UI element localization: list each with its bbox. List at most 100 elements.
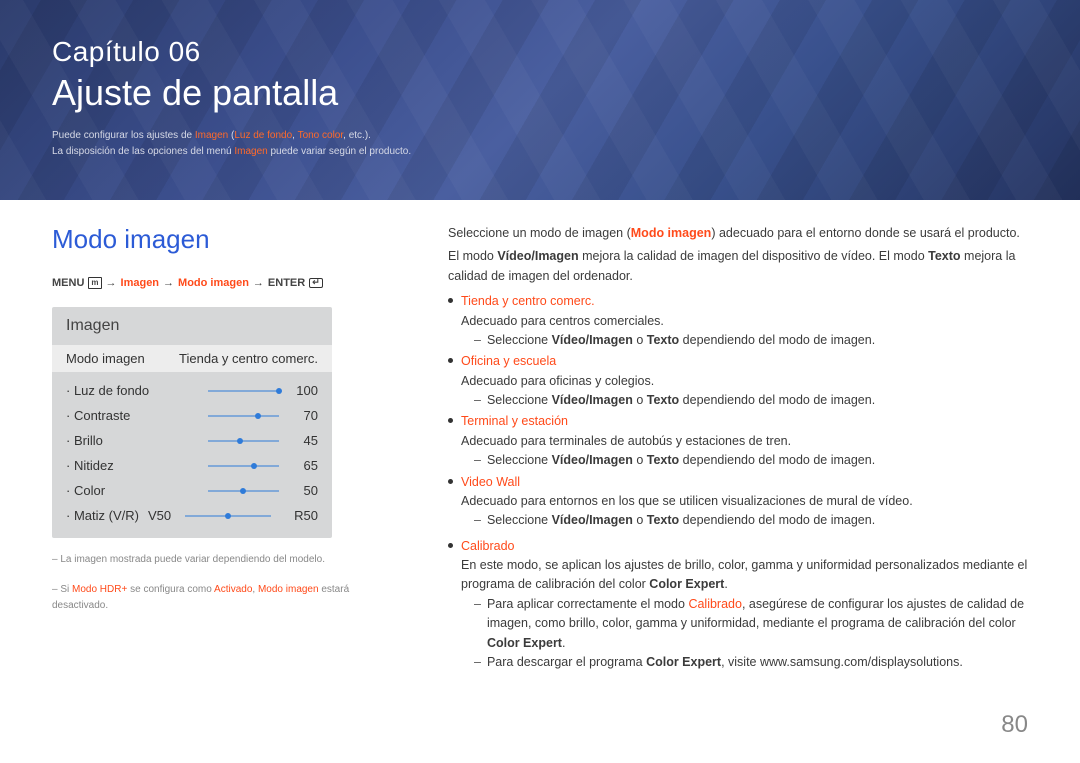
menu-icon: m (88, 277, 101, 289)
slider-value: 45 (295, 433, 318, 448)
intro-text: Puede configurar los ajustes de (52, 130, 195, 141)
banner-intro: Puede configurar los ajustes de Imagen (… (52, 128, 1028, 160)
mode-desc: Adecuado para entornos en los que se uti… (461, 492, 1028, 511)
slider-track[interactable] (208, 462, 279, 470)
slider-label: Matiz (V/R) (66, 508, 139, 523)
panel-body: Luz de fondo 100 Contraste70 Brillo 45 Nitide… (52, 372, 332, 538)
slider-row[interactable]: Brillo 45 (66, 428, 318, 453)
settings-panel: Imagen Modo imagen Tienda y centro comer… (52, 307, 332, 538)
bc-item: Imagen (121, 277, 160, 289)
slider-track[interactable] (185, 512, 271, 520)
slider-value: 100 (295, 383, 318, 398)
bc-enter: ENTER (268, 277, 305, 289)
footnote-text: Si (60, 584, 72, 595)
slider-label: Nitidez (66, 458, 114, 473)
bullet-icon (448, 418, 453, 423)
sub-note: Seleccione Vídeo/Imagen o Texto dependie… (474, 511, 1028, 530)
keyword: Vídeo/Imagen (552, 333, 633, 347)
page-number: 80 (1001, 711, 1028, 739)
menu-breadcrumb: MENU m → Imagen → Modo imagen → ENTER (52, 277, 402, 289)
slider-row[interactable]: Luz de fondo 100 (66, 378, 318, 403)
sub-note: Para aplicar correctamente el modo Calib… (474, 595, 1028, 653)
slider-label: Color (66, 483, 105, 498)
panel-title: Imagen (52, 307, 332, 345)
keyword: Modo imagen (631, 226, 712, 240)
paragraph: El modo Vídeo/Imagen mejora la calidad d… (448, 247, 1028, 286)
keyword: Texto (647, 513, 679, 527)
slider-track[interactable] (208, 412, 279, 420)
mode-desc: En este modo, se aplican los ajustes de … (461, 556, 1028, 595)
slider-row[interactable]: Nitidez65 (66, 453, 318, 478)
sub-note: Para descargar el programa Color Expert,… (474, 653, 1028, 672)
keyword: Color Expert (487, 636, 562, 650)
slider-row-matiz[interactable]: Matiz (V/R) V50 R50 (66, 503, 318, 528)
mode-label: Modo imagen (66, 351, 145, 366)
paragraph: Seleccione un modo de imagen (Modo image… (448, 224, 1028, 243)
slider-track[interactable] (208, 487, 279, 495)
footnote-keyword: Modo HDR+ (72, 584, 127, 595)
list-item: Oficina y escuela (448, 352, 1028, 371)
arrow-icon: → (163, 277, 174, 289)
slider-label: Contraste (66, 408, 130, 423)
mode-desc: Adecuado para oficinas y colegios. (461, 372, 1028, 391)
footnote: – La imagen mostrada puede variar depend… (52, 552, 402, 568)
intro-keyword: Luz de fondo (234, 130, 292, 141)
mode-value: Tienda y centro comerc. (179, 351, 318, 366)
arrow-icon: → (106, 277, 117, 289)
keyword: Texto (647, 333, 679, 347)
intro-text: puede variar según el producto. (268, 146, 411, 157)
keyword: Color Expert (649, 577, 724, 591)
footnote-keyword: Activado (214, 584, 252, 595)
bullet-icon (448, 298, 453, 303)
bc-item: Modo imagen (178, 277, 249, 289)
intro-keyword: Imagen (195, 130, 228, 141)
mode-list-cal: Calibrado En este modo, se aplican los a… (448, 537, 1028, 673)
bullet-icon (448, 543, 453, 548)
sub-note: Seleccione Vídeo/Imagen o Texto dependie… (474, 331, 1028, 350)
keyword: Vídeo/Imagen (552, 453, 633, 467)
chapter-banner: Capítulo 06 Ajuste de pantalla Puede con… (0, 0, 1080, 200)
list-item: Calibrado (448, 537, 1028, 556)
sub-note: Seleccione Vídeo/Imagen o Texto dependie… (474, 451, 1028, 470)
right-column: Seleccione un modo de imagen (Modo image… (448, 224, 1028, 674)
section-heading: Modo imagen (52, 224, 402, 255)
bullet-icon (448, 479, 453, 484)
keyword: Texto (647, 453, 679, 467)
sub-note: Seleccione Vídeo/Imagen o Texto dependie… (474, 391, 1028, 410)
slider-label: Brillo (66, 433, 103, 448)
matiz-v: V50 (148, 508, 171, 523)
bc-menu: MENU (52, 277, 84, 289)
intro-text: La disposición de las opciones del menú (52, 146, 234, 157)
mode-title: Video Wall (461, 473, 520, 492)
left-column: Modo imagen MENU m → Imagen → Modo image… (52, 224, 402, 674)
keyword: Vídeo/Imagen (552, 513, 633, 527)
mode-desc: Adecuado para terminales de autobús y es… (461, 432, 1028, 451)
mode-title: Calibrado (461, 537, 515, 556)
keyword: Calibrado (688, 597, 742, 611)
keyword: Vídeo/Imagen (497, 249, 578, 263)
slider-row[interactable]: Color 50 (66, 478, 318, 503)
slider-value: 50 (295, 483, 318, 498)
mode-title: Tienda y centro comerc. (461, 292, 595, 311)
keyword: Vídeo/Imagen (552, 393, 633, 407)
slider-label: Luz de fondo (66, 383, 149, 398)
slider-row[interactable]: Contraste70 (66, 403, 318, 428)
bullet-icon (448, 358, 453, 363)
arrow-icon: → (253, 277, 264, 289)
keyword: Color Expert (646, 655, 721, 669)
enter-icon (309, 278, 323, 288)
slider-track[interactable] (208, 437, 279, 445)
footnote: – Si Modo HDR+ se configura como Activad… (52, 582, 402, 614)
list-item: Tienda y centro comerc. (448, 292, 1028, 311)
mode-title: Oficina y escuela (461, 352, 556, 371)
mode-select-row[interactable]: Modo imagen Tienda y centro comerc. (52, 345, 332, 372)
matiz-r: R50 (294, 508, 318, 523)
slider-track[interactable] (208, 387, 279, 395)
keyword: Texto (928, 249, 960, 263)
footnote-text: La imagen mostrada puede variar dependie… (60, 554, 325, 565)
mode-desc: Adecuado para centros comerciales. (461, 312, 1028, 331)
keyword: Texto (647, 393, 679, 407)
list-item: Video Wall (448, 473, 1028, 492)
intro-text: , etc.). (343, 130, 371, 141)
chapter-title: Ajuste de pantalla (52, 72, 1028, 114)
